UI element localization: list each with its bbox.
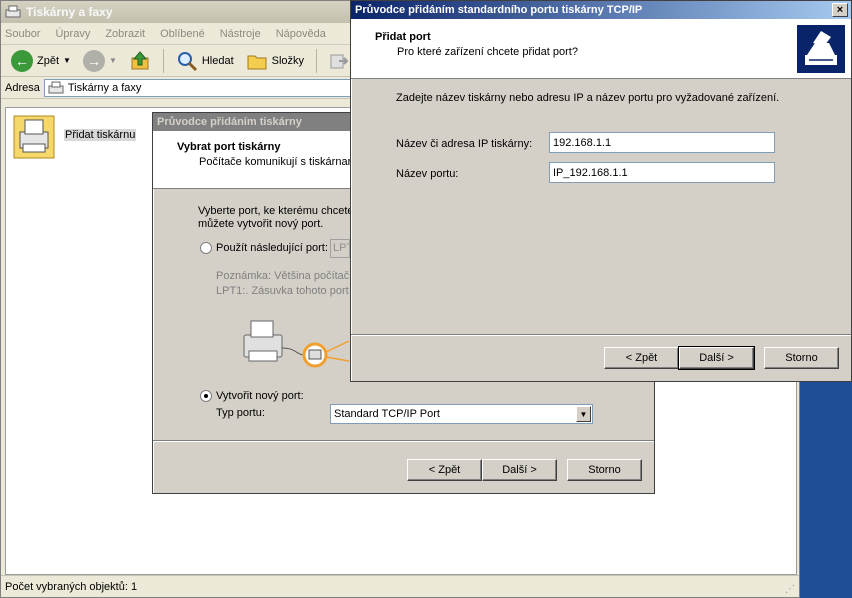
port-type-select[interactable]: Standard TCP/IP Port ▼ <box>330 404 593 424</box>
menu-nastroje[interactable]: Nástroje <box>220 28 261 40</box>
forward-button[interactable]: → ▼ <box>79 48 121 74</box>
folder-up-icon <box>131 50 149 69</box>
wizard2-header-subtitle: Pro které zařízení chcete přidat port? <box>397 46 578 58</box>
back-arrow-icon: ← <box>11 49 33 72</box>
address-label: Adresa <box>5 81 40 94</box>
wizard2-header: Přidat port Pro které zařízení chcete př… <box>351 19 851 79</box>
address-value: Tiskárny a faxy <box>67 81 142 94</box>
note-line2: LPT1:. Zásuvka tohoto port <box>216 285 349 297</box>
wizard2-instruction: Zadejte název tiskárny nebo adresu IP a … <box>396 92 780 104</box>
wizard1-title: Průvodce přidáním tiskárny <box>157 116 302 128</box>
wizard2-cancel-button[interactable]: Storno <box>764 347 839 369</box>
menu-upravy[interactable]: Úpravy <box>55 28 90 40</box>
wizard2-back-button[interactable]: < Zpět <box>604 347 679 369</box>
status-text: Počet vybraných objektů: 1 <box>5 580 138 593</box>
add-printer-item[interactable] <box>12 114 56 163</box>
wizard1-cancel-button[interactable]: Storno <box>567 459 642 481</box>
search-button[interactable]: Hledat <box>172 48 238 74</box>
use-port-radio[interactable] <box>200 242 212 254</box>
printer-folder-icon <box>48 81 64 93</box>
wizard1-header-title: Vybrat port tiskárny <box>177 141 281 153</box>
wizard1-next-button[interactable]: Další > <box>482 459 557 481</box>
menu-zobrazit[interactable]: Zobrazit <box>105 28 145 40</box>
wizard1-intro-line2: můžete vytvořit nový port. <box>198 218 324 230</box>
move-to-button[interactable] <box>325 48 353 74</box>
wizard2-separator <box>351 334 851 336</box>
port-type-value: Standard TCP/IP Port <box>334 408 440 420</box>
back-label: Zpět <box>37 54 60 67</box>
resize-grip-icon[interactable]: ⋰ <box>785 584 795 595</box>
folders-icon <box>247 55 267 69</box>
wizard1-intro-line1: Vyberte port, ke kterému chcete <box>198 205 354 217</box>
port-name-label: Název portu: <box>396 168 459 180</box>
add-printer-label[interactable]: Přidat tiskárnu <box>64 129 137 141</box>
printer-folder-icon <box>5 5 21 18</box>
wizard2-header-title: Přidat port <box>375 31 431 43</box>
move-to-icon <box>330 54 349 68</box>
menu-napoveda[interactable]: Nápověda <box>276 28 326 40</box>
tcpip-port-wizard: Průvodce přidáním standardního portu tis… <box>350 0 852 382</box>
toolbar-separator <box>162 48 164 73</box>
forward-arrow-icon: → <box>82 49 105 72</box>
up-button[interactable] <box>125 48 155 74</box>
create-port-radio[interactable] <box>200 390 212 402</box>
menu-soubor[interactable]: Soubor <box>5 28 40 40</box>
wizard1-separator <box>153 440 654 442</box>
folders-label: Složky <box>271 54 305 67</box>
port-type-label: Typ portu: <box>216 407 265 419</box>
use-port-select[interactable]: LPT <box>330 239 350 258</box>
create-port-label: Vytvořit nový port: <box>216 390 304 402</box>
toolbar-separator <box>316 48 318 73</box>
chevron-down-icon[interactable]: ▼ <box>63 56 71 65</box>
wizard2-title-bar[interactable]: Průvodce přidáním standardního portu tis… <box>351 1 851 19</box>
explorer-title: Tiskárny a faxy <box>26 5 113 19</box>
close-icon[interactable]: × <box>832 3 848 17</box>
wizard2-next-button[interactable]: Další > <box>678 346 755 370</box>
wizard2-title: Průvodce přidáním standardního portu tis… <box>355 4 643 16</box>
chevron-down-icon[interactable]: ▼ <box>576 406 591 422</box>
printer-wizard-icon <box>797 25 845 73</box>
search-icon <box>177 51 197 71</box>
wizard1-back-button[interactable]: < Zpět <box>407 459 482 481</box>
wizard1-header-subtitle: Počítače komunikují s tiskárnar <box>199 156 352 168</box>
printer-port-illustration <box>243 320 350 368</box>
use-port-label: Použít následující port: <box>216 242 328 254</box>
folders-button[interactable]: Složky <box>242 48 308 74</box>
back-button[interactable]: ← Zpět ▼ <box>7 48 75 74</box>
status-bar: Počet vybraných objektů: 1 ⋰ <box>1 575 799 597</box>
port-name-input[interactable]: IP_192.168.1.1 <box>549 162 775 183</box>
ip-address-input[interactable]: 192.168.1.1 <box>549 132 775 153</box>
note-line1: Poznámka: Většina počítač <box>216 270 350 282</box>
add-printer-icon <box>13 115 55 159</box>
search-label: Hledat <box>201 54 234 67</box>
chevron-down-icon[interactable]: ▼ <box>109 56 117 65</box>
menu-oblibene[interactable]: Oblíbené <box>160 28 205 40</box>
ip-address-label: Název či adresa IP tiskárny: <box>396 138 533 150</box>
